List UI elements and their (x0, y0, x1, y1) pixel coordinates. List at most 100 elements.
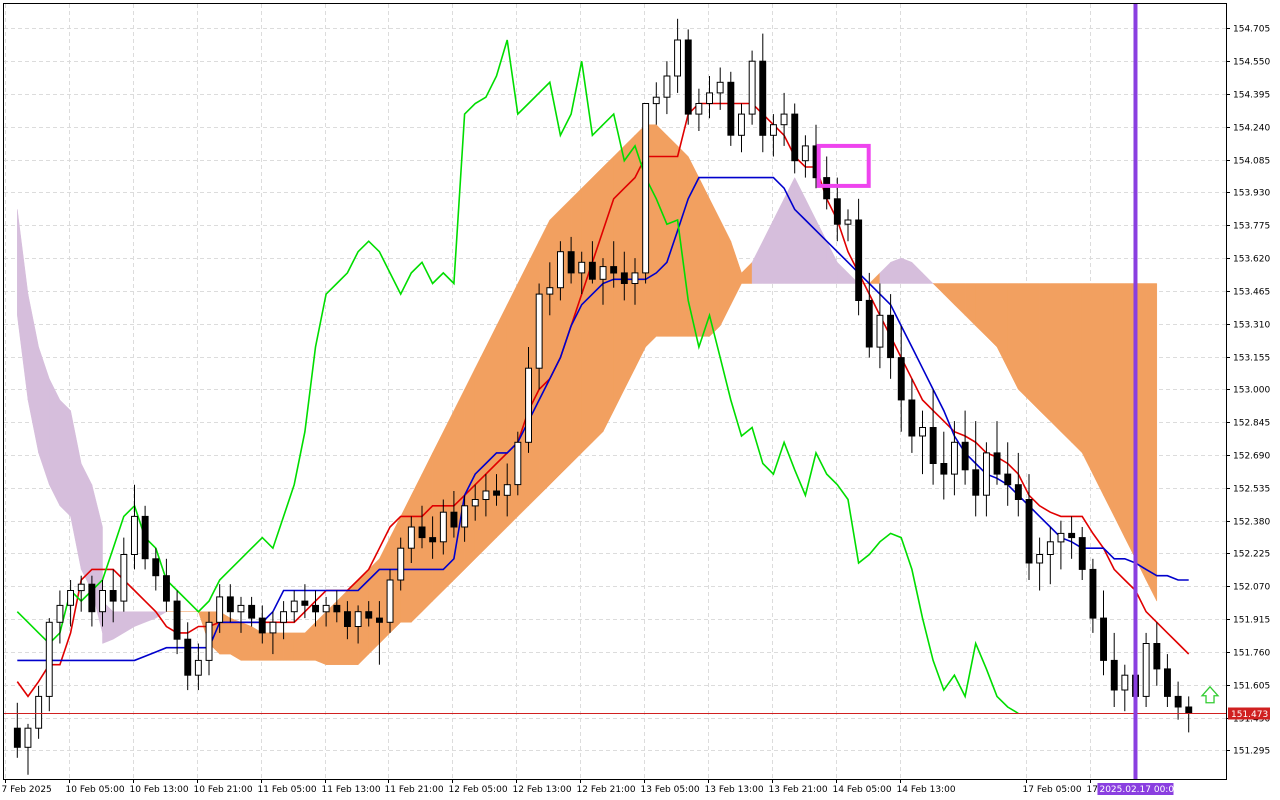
candle-bull (1057, 532, 1065, 543)
x-tick-label: 11 Feb 21:00 (385, 785, 444, 795)
candle-bull (407, 526, 415, 549)
candle-bear (791, 113, 799, 162)
candle-bull (290, 600, 298, 613)
x-tick-label: 10 Feb 21:00 (194, 785, 253, 795)
candle-bear (833, 198, 841, 225)
candle-bull (386, 579, 394, 623)
cloud-segment (677, 145, 689, 337)
cloud-segment (293, 632, 306, 661)
candle-bear (823, 177, 831, 200)
cloud-segment (900, 257, 913, 284)
candle-bull (919, 427, 926, 437)
cloud-segment (890, 257, 902, 284)
candle-bear (365, 611, 373, 619)
candle-bear (88, 583, 96, 613)
candle-bear (1185, 706, 1193, 714)
candle-bull (439, 511, 447, 543)
x-tick-label: 11 Feb 13:00 (322, 785, 381, 795)
candle-bull (652, 96, 660, 105)
candle-bull (269, 621, 277, 634)
y-tick-label: 153.930 (1233, 189, 1270, 199)
candle-bull (514, 441, 522, 486)
candle-bull (280, 611, 288, 623)
candle-bull (131, 515, 138, 556)
cloud-segment (581, 177, 593, 454)
candle-bear (1004, 473, 1012, 486)
cloud-segment (230, 617, 242, 661)
x-tick-label: 12 Feb 05:00 (449, 785, 508, 795)
x-tick-label: 14 Feb 05:00 (833, 785, 892, 795)
candle-bull (663, 75, 671, 98)
candle-bear (173, 600, 181, 640)
y-tick-label: 154.240 (1233, 124, 1270, 134)
candle-bull (770, 124, 777, 136)
candle-bear (684, 39, 692, 115)
candle-bull (716, 81, 724, 94)
cloud-segment (59, 399, 71, 517)
candle-bull (503, 484, 511, 496)
y-tick-label: 152.690 (1233, 452, 1270, 462)
candle-bear (961, 441, 969, 471)
x-tick-label: 11 Feb 05:00 (258, 785, 317, 795)
y-tick-label: 152.535 (1233, 485, 1270, 495)
candle-bear (1164, 668, 1171, 697)
y-tick-label: 153.310 (1233, 321, 1270, 331)
candle-bear (301, 600, 309, 606)
candle-bear (887, 314, 894, 359)
cloud-segment (262, 632, 274, 661)
cloud-segment (709, 198, 721, 337)
candle-bull (674, 39, 681, 77)
candle-bull (56, 604, 64, 623)
cloud-segment (368, 558, 380, 655)
candle-bull (1142, 643, 1150, 697)
x-tick-label: 10 Feb 05:00 (66, 785, 125, 795)
candle-bear (929, 427, 937, 464)
candle-bear (993, 452, 1001, 475)
candle-bull (45, 621, 53, 697)
candle-bull (77, 583, 85, 592)
candle-bull (482, 490, 490, 500)
cloud-segment (624, 134, 636, 390)
cloud-segment (570, 187, 582, 465)
cloud-segment (1103, 283, 1115, 517)
y-tick-label: 151.295 (1233, 747, 1270, 757)
y-tick-label: 151.915 (1233, 616, 1270, 626)
candle-bear (1068, 532, 1076, 539)
y-tick-label: 154.395 (1233, 91, 1270, 101)
candle-bear (1089, 568, 1097, 619)
candle-bull (471, 499, 479, 507)
candle-bull (983, 452, 990, 496)
candle-bear (940, 463, 948, 475)
candle-bull (397, 547, 405, 581)
candle-bear (429, 537, 437, 543)
ichimoku-chart[interactable]: 154.705 154.550 154.395 154.240 154.085 153.9… (0, 0, 1280, 800)
y-tick-label: 153.775 (1233, 222, 1270, 232)
candle-bear (1100, 617, 1107, 661)
vline-date-label: 2025.02.17 00:00 (1099, 785, 1180, 795)
y-tick-label: 154.705 (1233, 25, 1270, 35)
cloud-segment (49, 378, 61, 506)
candle-bear (972, 469, 980, 496)
candle-bull (322, 604, 330, 613)
candle-bear (163, 575, 170, 602)
y-tick-label: 152.380 (1233, 518, 1270, 528)
cloud-segment (1050, 283, 1062, 433)
cloud-segment (560, 198, 572, 475)
candle-bear (109, 590, 117, 602)
candle-bull (35, 695, 43, 729)
candle-bear (333, 604, 341, 613)
cloud-segment (1018, 283, 1030, 401)
cloud-segment (336, 589, 348, 665)
candle-bull (1046, 541, 1054, 555)
candle-bear (344, 611, 351, 628)
x-tick-label: 12 Feb 13:00 (513, 785, 572, 795)
candle-bull (461, 505, 469, 528)
candle-bull (237, 604, 245, 613)
candle-bull (642, 103, 650, 274)
candle-bear (258, 617, 266, 634)
candle-bull (535, 293, 543, 369)
cloud-segment (986, 283, 998, 348)
cloud-segment (1145, 283, 1158, 602)
candle-bear (855, 219, 863, 301)
candle-bull (24, 727, 32, 748)
